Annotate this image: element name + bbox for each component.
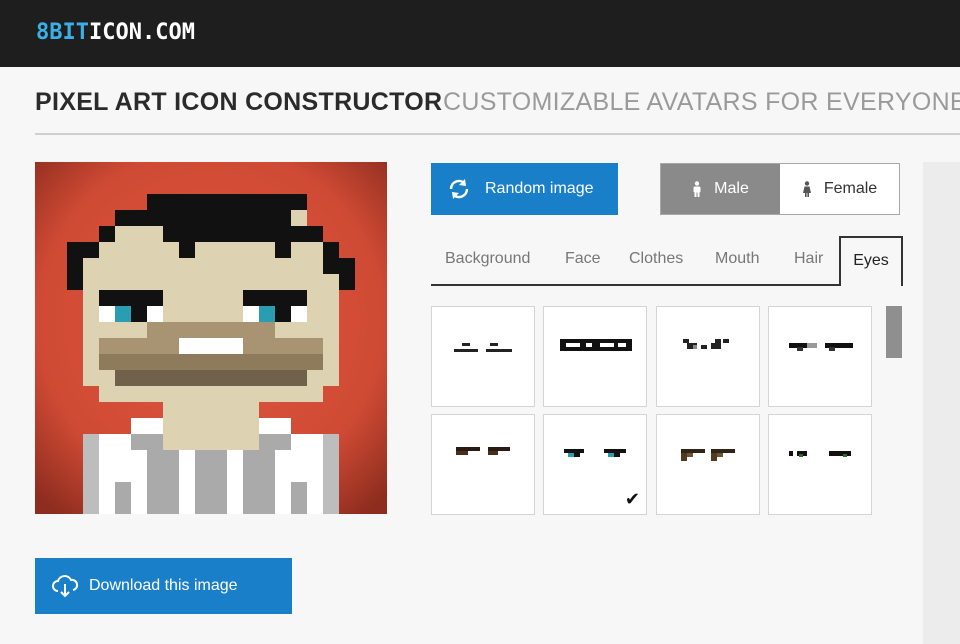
male-icon	[693, 181, 701, 197]
avatar-preview	[35, 162, 387, 514]
download-image-button[interactable]: Download this image	[35, 558, 292, 614]
tab-eyes[interactable]: Eyes	[839, 236, 903, 286]
header-divider	[35, 133, 960, 135]
gender-female-option[interactable]: Female	[780, 164, 899, 214]
tab-background[interactable]: Background	[445, 250, 530, 268]
eyes-preview-8	[789, 451, 851, 457]
female-icon	[802, 181, 811, 197]
site-logo[interactable]: 8BITICON.COM	[36, 20, 195, 45]
tab-clothes[interactable]: Clothes	[629, 250, 683, 268]
tab-mouth[interactable]: Mouth	[715, 250, 759, 268]
random-image-button[interactable]: Random image	[431, 163, 618, 215]
gender-male-option[interactable]: Male	[661, 164, 780, 214]
download-label: Download this image	[89, 577, 238, 594]
eyes-option-5[interactable]	[431, 414, 535, 515]
checkmark-icon: ✔	[624, 489, 640, 509]
eyes-option-4[interactable]	[768, 306, 872, 407]
eyes-option-3[interactable]	[656, 306, 760, 407]
page-title: PIXEL ART ICON CONSTRUCTOR	[35, 88, 443, 116]
gender-male-label: Male	[714, 180, 749, 197]
page-subtitle: CUSTOMIZABLE AVATARS FOR EVERYONE.	[443, 88, 960, 116]
tab-face[interactable]: Face	[565, 250, 601, 268]
eyes-preview-5	[456, 447, 510, 455]
right-panel-edge	[923, 162, 960, 644]
eyes-preview-2	[560, 339, 632, 351]
eyes-preview-1	[454, 343, 512, 352]
eyes-option-2[interactable]	[543, 306, 647, 407]
gender-toggle: Male Female	[660, 163, 900, 215]
eyes-option-8[interactable]	[768, 414, 872, 515]
tabs-underline	[431, 284, 901, 286]
eyes-preview-3	[683, 339, 729, 349]
gender-female-label: Female	[823, 180, 878, 197]
refresh-icon	[449, 179, 469, 199]
random-image-label: Random image	[485, 180, 594, 197]
category-tabs: Background Face Clothes Mouth Hair Eyes	[431, 236, 903, 286]
tab-hair[interactable]: Hair	[794, 250, 823, 268]
top-bar: 8BITICON.COM	[0, 0, 960, 67]
eyes-option-7[interactable]	[656, 414, 760, 515]
eyes-preview-7	[681, 449, 735, 461]
options-scrollbar[interactable]	[886, 306, 902, 358]
logo-main: ICON.COM	[88, 20, 195, 45]
cloud-download-icon	[52, 575, 79, 598]
eyes-preview-4	[789, 343, 853, 351]
logo-accent: 8BIT	[36, 20, 89, 45]
eyes-option-6-selected[interactable]: ✔	[543, 414, 647, 515]
eyes-options-grid: ✔	[431, 306, 875, 518]
eyes-option-1[interactable]	[431, 306, 535, 407]
